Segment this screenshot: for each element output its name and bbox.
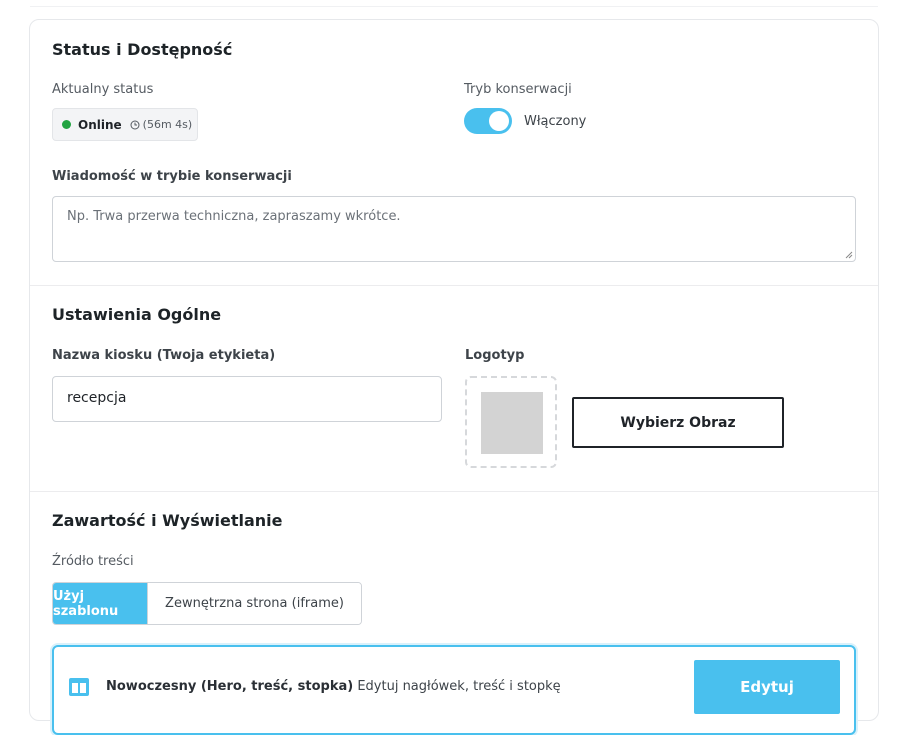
- logo-label: Logotyp: [465, 348, 525, 363]
- general-section-title: Ustawienia Ogólne: [52, 305, 222, 324]
- section-divider: [30, 285, 878, 286]
- status-section-title: Status i Dostępność: [52, 40, 233, 59]
- maintenance-toggle[interactable]: [464, 108, 512, 134]
- clock-icon: [130, 120, 140, 129]
- logo-placeholder-image: [481, 392, 543, 454]
- kiosk-name-label: Nazwa kiosku (Twoja etykieta): [52, 348, 276, 363]
- edit-template-button[interactable]: Edytuj: [694, 660, 840, 714]
- use-template-option[interactable]: Użyj szablonu: [53, 583, 147, 624]
- uptime-text: (56m 4s): [142, 118, 193, 131]
- toggle-knob: [489, 111, 509, 131]
- maintenance-label: Tryb konserwacji: [464, 82, 572, 97]
- settings-card: Status i Dostępność Aktualny status Onli…: [29, 19, 879, 735]
- maintenance-state-label: Włączony: [524, 114, 587, 129]
- logo-dropzone[interactable]: [465, 376, 557, 468]
- choose-image-button[interactable]: Wybierz Obraz: [572, 397, 784, 448]
- status-value: Online: [78, 117, 122, 132]
- kiosk-name-input[interactable]: recepcja: [52, 376, 442, 422]
- content-source-label: Źródło treści: [52, 554, 134, 569]
- online-dot-icon: [62, 120, 71, 129]
- template-info: Nowoczesny (Hero, treść, stopka) Edytuj …: [106, 679, 561, 694]
- maintenance-message-label: Wiadomość w trybie konserwacji: [52, 169, 292, 184]
- content-section-title: Zawartość i Wyświetlanie: [52, 511, 283, 530]
- external-page-option[interactable]: Zewnętrzna strona (iframe): [147, 583, 361, 624]
- current-status-label: Aktualny status: [52, 82, 154, 97]
- template-card: Nowoczesny (Hero, treść, stopka) Edytuj …: [52, 645, 856, 735]
- content-source-toggle: Użyj szablonu Zewnętrzna strona (iframe): [52, 582, 362, 625]
- status-badge: Online (56m 4s): [52, 108, 198, 141]
- textarea-placeholder: Np. Trwa przerwa techniczna, zapraszamy …: [67, 209, 401, 224]
- template-name: Nowoczesny (Hero, treść, stopka): [106, 679, 354, 694]
- maintenance-message-textarea[interactable]: Np. Trwa przerwa techniczna, zapraszamy …: [52, 196, 856, 262]
- layout-icon: [69, 678, 89, 696]
- template-description: Edytuj nagłówek, treść i stopkę: [357, 679, 561, 694]
- section-divider: [30, 491, 878, 492]
- resize-handle-icon[interactable]: [845, 251, 853, 259]
- top-divider: [30, 0, 878, 7]
